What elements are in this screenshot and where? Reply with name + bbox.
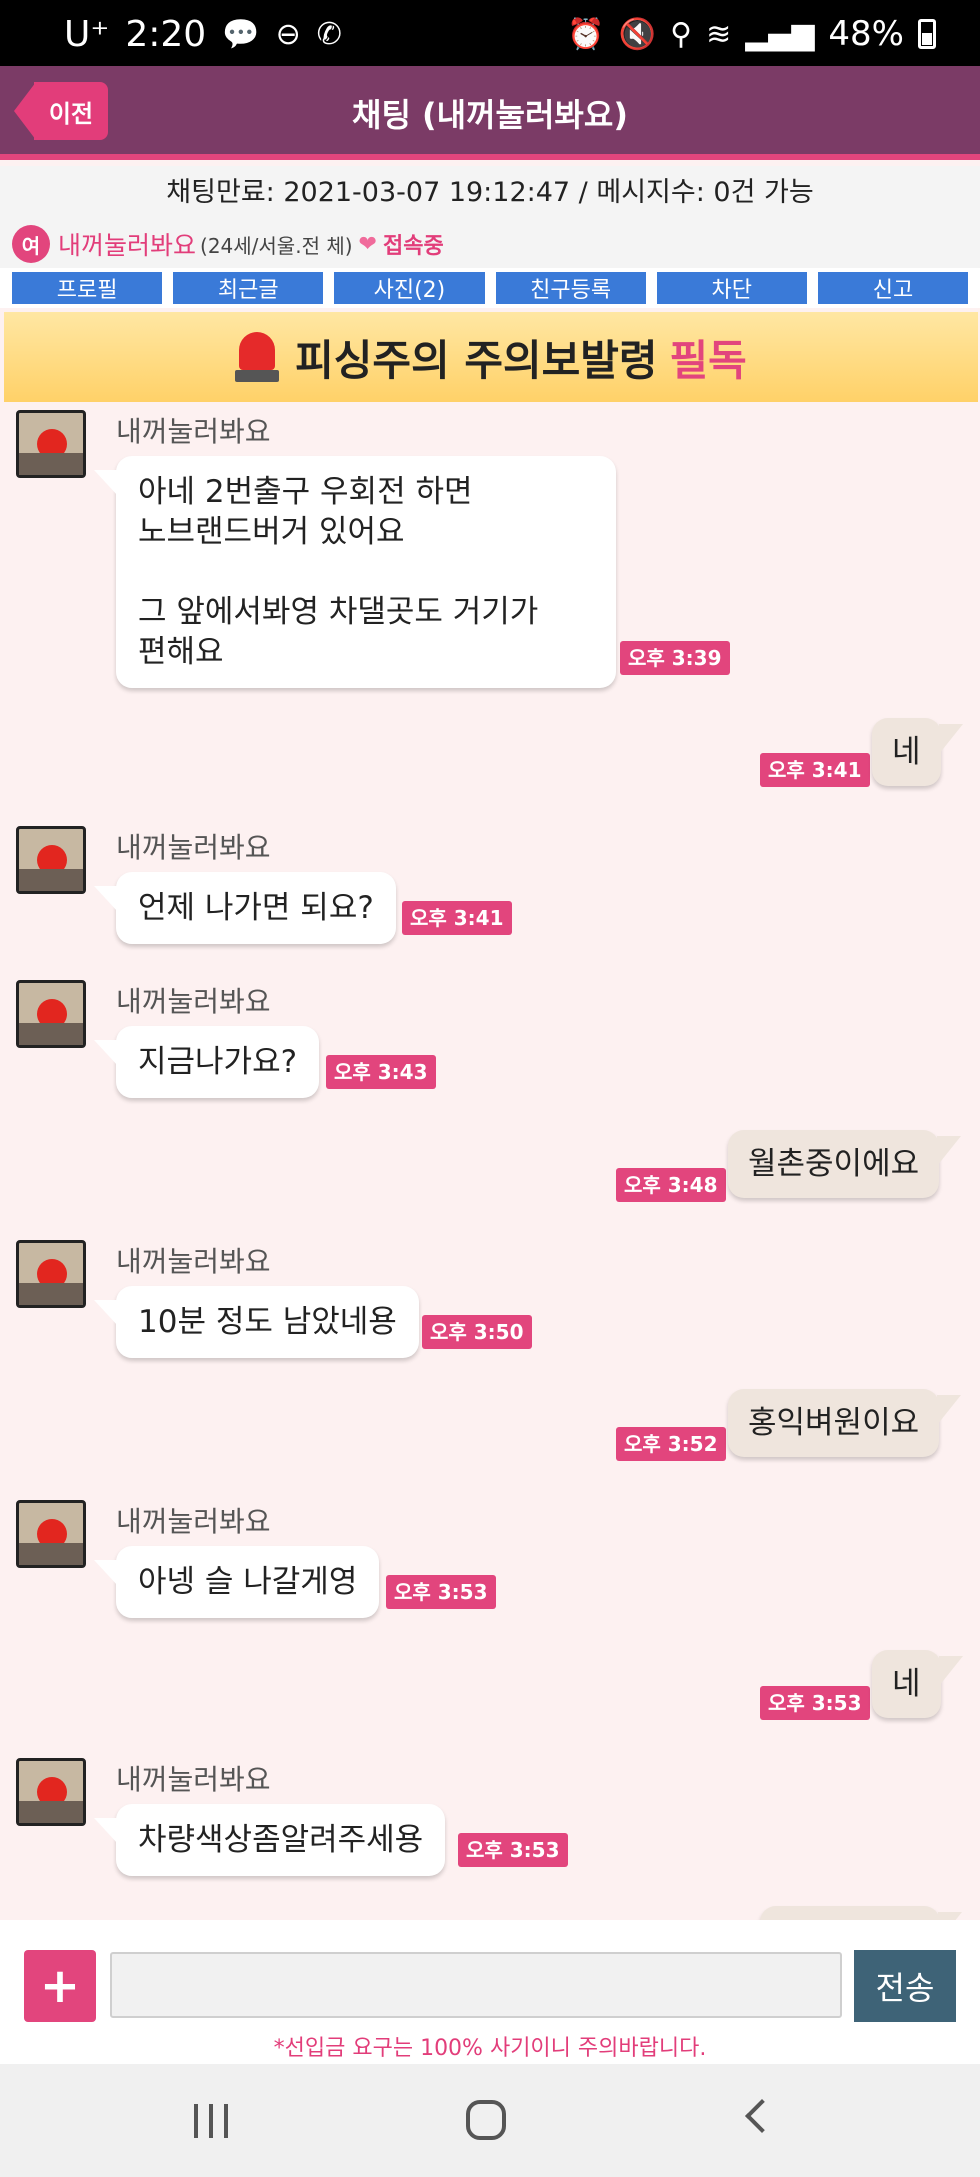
message-bubble-incoming: 지금나가요? [93,1026,320,1098]
message-bubble-incoming: 아넹 슬 나갈게영 [93,1546,380,1618]
location-icon: ⚲ [670,16,693,52]
message-time: 오후 3:43 [326,1055,436,1089]
message-bubble-incoming: 차량색상좀알려주세용 [93,1804,446,1876]
app-header: 이전 채팅 (내꺼눌러봐요) [0,66,980,160]
signal-icon: ▂▄▆ [745,16,815,52]
sender-name: 내꺼눌러봐요 [116,1245,271,1278]
message-time: 오후 3:52 [616,1427,726,1461]
prepayment-warning: *선입금 요구는 100% 사기이니 주의바랍니다. [273,2036,707,2061]
gender-badge: 여 [12,225,50,263]
sender-name: 내꺼눌러봐요 [116,1763,271,1796]
online-status: 접속중 [382,234,444,259]
message-time: 오후 3:50 [422,1315,532,1349]
back-icon[interactable] [745,2099,779,2133]
message-time: 오후 3:41 [402,901,512,935]
block-button[interactable]: 차단 [656,272,807,304]
heart-icon: ❤ [358,231,377,257]
sender-name: 내꺼눌러봐요 [116,1505,271,1538]
message-time: 오후 3:53 [760,1686,870,1720]
banner-highlight: 필독 [669,335,747,385]
partner-avatar[interactable] [16,1500,86,1568]
do-not-disturb-icon: ⊖ [275,17,301,52]
message-composer: + 전송 *선입금 요구는 100% 사기이니 주의바랍니다. [0,1920,980,2064]
recent-apps-icon[interactable] [194,2104,228,2138]
message-bubble-outgoing: 홍익벼원이요 [728,1389,962,1457]
profile-button[interactable]: 프로필 [12,272,163,304]
partner-name[interactable]: 내꺼눌러봐요 [58,226,196,262]
message-bubble-outgoing: 네 [872,1650,962,1718]
chat-expiry-info: 채팅만료: 2021-03-07 19:12:47 / 메시지수: 0건 가능 [0,166,980,220]
message-bubble-incoming: 아네 2번출구 우회전 하면 노브랜드버거 있어요 그 앞에서봐영 차댈곳도 거… [94,456,616,688]
battery-icon [918,19,936,49]
clock: 2:20 [125,14,207,55]
add-friend-button[interactable]: 친구등록 [495,272,646,304]
message-bubble-incoming: 10분 정도 남았네용 [94,1286,419,1358]
message-bubble-outgoing: 네 [872,718,962,786]
battery-level: 48% [828,14,904,54]
banner-text: 피싱주의 주의보발령 [295,335,658,385]
message-bubble-incoming: 언제 나가면 되요? [94,872,396,944]
alarm-icon: ⏰ [567,16,605,52]
whowho-icon: ✆ [316,17,342,52]
photos-button[interactable]: 사진(2) [334,272,485,304]
status-bar: U⁺ 2:20 💬 ⊖ ✆ ⏰ 🔇 ⚲ ≋ ▂▄▆ 48% [0,0,980,66]
message-time: 오후 3:39 [620,641,730,675]
partner-avatar[interactable] [16,1240,86,1308]
partner-avatar[interactable] [16,826,86,894]
partner-avatar[interactable] [16,980,86,1048]
report-button[interactable]: 신고 [817,272,969,304]
partner-info: 여 내꺼눌러봐요 (24세/서울.전 체) ❤ 접속중 [0,220,980,268]
partner-avatar[interactable] [16,1758,86,1826]
siren-icon [235,332,280,382]
page-title: 채팅 (내꺼눌러봐요) [352,96,628,134]
message-time: 오후 3:48 [616,1168,726,1202]
attach-button[interactable]: + [24,1950,96,2022]
message-time: 오후 3:53 [458,1833,568,1867]
mute-icon: 🔇 [618,16,657,52]
sender-name: 내꺼눌러봐요 [116,985,271,1018]
wifi-icon: ≋ [706,16,732,52]
message-bubble-outgoing: 월촌중이에요 [728,1130,962,1198]
recent-posts-button[interactable]: 최근글 [173,272,324,304]
sender-name: 내꺼눌러봐요 [116,415,271,448]
partner-avatar[interactable] [16,410,86,478]
send-button[interactable]: 전송 [854,1950,956,2022]
home-icon[interactable] [466,2100,506,2140]
action-bar: 프로필 최근글 사진(2) 친구등록 차단 신고 [0,268,980,308]
carrier-label: U⁺ [64,14,110,55]
sender-name: 내꺼눌러봐요 [116,831,271,864]
message-time: 오후 3:41 [760,753,870,787]
message-time: 오후 3:53 [386,1575,496,1609]
partner-meta: (24세/서울.전 체) [200,233,353,258]
system-nav-bar [0,2064,980,2177]
phishing-warning-banner[interactable]: 피싱주의 주의보발령 필독 [4,312,978,402]
chat-bubble-icon: 💬 [222,17,260,52]
message-input[interactable] [110,1952,842,2018]
